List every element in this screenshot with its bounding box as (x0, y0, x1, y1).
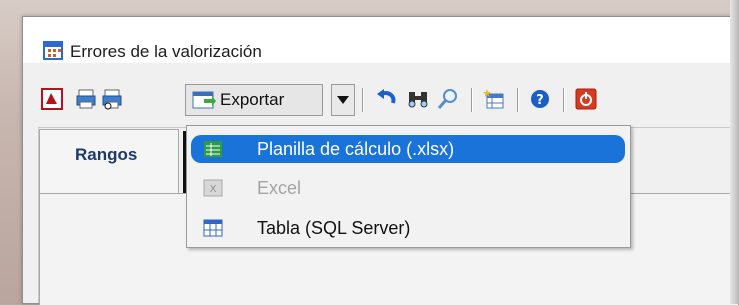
dropdown-arrow-icon (337, 91, 349, 109)
toolbar-separator (362, 88, 363, 112)
calendar-icon (43, 41, 63, 60)
excel-icon: X (203, 179, 223, 197)
power-icon[interactable] (575, 88, 597, 110)
menu-item-label: Planilla de cálculo (.xlsx) (257, 138, 455, 159)
toolbar-separator (517, 88, 518, 112)
tab-rangos[interactable]: Rangos (39, 129, 179, 193)
export-label: Exportar (220, 90, 285, 109)
find-icon[interactable] (407, 88, 429, 110)
new-table-icon[interactable] (483, 88, 505, 110)
window-title: Errores de la valorización (70, 42, 262, 61)
undo-icon[interactable] (375, 88, 397, 110)
print-icon[interactable] (75, 88, 97, 110)
toolbar-separator (563, 88, 564, 112)
table-icon (203, 219, 223, 237)
tab-label: Rangos (75, 145, 138, 164)
menu-item-excel: X Excel (191, 174, 625, 202)
print-preview-icon[interactable] (101, 88, 123, 110)
svg-text:?: ? (536, 93, 544, 108)
menu-item-label: Tabla (SQL Server) (257, 217, 411, 238)
export-dropdown-button[interactable] (331, 84, 355, 116)
export-menu: Planilla de cálculo (.xlsx) X Excel Tabl… (186, 125, 631, 248)
help-icon[interactable]: ? (529, 88, 551, 110)
window-titlebar: Errores de la valorización (23, 17, 738, 63)
menu-item-label: Excel (257, 177, 302, 198)
menu-item-sql-table[interactable]: Tabla (SQL Server) (191, 214, 625, 242)
spreadsheet-icon (203, 140, 223, 158)
export-button[interactable]: Exportar (185, 84, 323, 116)
toolbar: Exportar ? (23, 84, 738, 120)
window-right-border (730, 0, 739, 304)
toolbar-separator (471, 88, 472, 112)
pdf-icon[interactable] (41, 88, 63, 110)
svg-text:X: X (210, 184, 217, 195)
zoom-icon[interactable] (437, 88, 459, 110)
menu-item-spreadsheet[interactable]: Planilla de cálculo (.xlsx) (191, 135, 625, 163)
export-icon (192, 89, 216, 111)
